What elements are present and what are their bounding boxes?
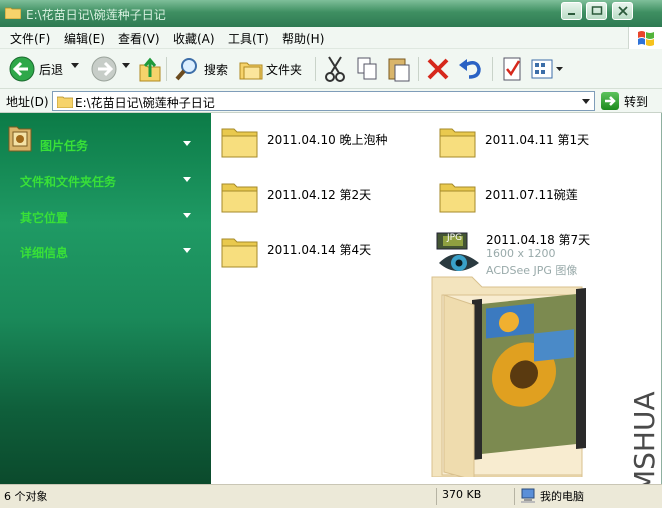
toolbar-separator (315, 57, 316, 81)
chevron-down-icon[interactable] (183, 248, 191, 254)
image-dimensions: 1600 x 1200 (486, 247, 556, 260)
other-places-header[interactable]: 其它位置 (0, 202, 211, 230)
menu-favorites[interactable]: 收藏(A) (173, 30, 215, 47)
toolbar-separator (492, 57, 493, 81)
undo-icon[interactable] (457, 55, 483, 83)
folder-icon (221, 238, 258, 268)
folder-name: 2011.04.10 晚上泡种 (267, 133, 388, 147)
my-computer-icon (521, 488, 535, 503)
task-label: 其它位置 (20, 211, 69, 225)
image-file-name: 2011.04.18 第7天 (486, 233, 591, 247)
forward-icon[interactable] (90, 55, 118, 83)
properties-icon[interactable] (500, 55, 524, 83)
folder-name: 2011.04.14 第4天 (267, 243, 372, 257)
folders-icon[interactable] (238, 55, 264, 83)
chevron-down-icon[interactable] (183, 177, 191, 183)
search-button[interactable]: 搜索 (204, 61, 228, 78)
paste-icon[interactable] (386, 55, 412, 83)
menu-file[interactable]: 文件(F) (10, 30, 50, 47)
folder-icon (221, 128, 258, 158)
windows-logo (628, 27, 662, 49)
folder-icon (5, 7, 21, 19)
search-icon[interactable] (174, 55, 202, 83)
go-button[interactable] (601, 92, 619, 110)
mshua-watermark: MSHUA (628, 391, 661, 494)
menu-help[interactable]: 帮助(H) (282, 30, 324, 47)
jpg-badge: JPG (447, 233, 463, 243)
folder-icon (57, 96, 73, 108)
toolbar-separator (418, 57, 419, 81)
address-path: E:\花苗日记\碗莲种子日记 (75, 96, 215, 110)
folder-icon (439, 183, 476, 213)
close-icon (618, 6, 628, 16)
folder-name: 2011.04.12 第2天 (267, 188, 372, 202)
task-label: 详细信息 (20, 246, 69, 260)
close-button[interactable] (612, 2, 633, 20)
back-dropdown-icon[interactable] (71, 63, 79, 91)
toolbar-separator (166, 57, 167, 81)
back-icon[interactable] (8, 55, 36, 83)
chevron-down-icon[interactable] (183, 141, 191, 147)
go-label[interactable]: 转到 (624, 93, 648, 110)
folder-background-illustration (431, 276, 586, 477)
task-label: 文件和文件夹任务 (20, 175, 117, 189)
menu-bar: 文件(F) 编辑(E) 查看(V) 收藏(A) 工具(T) 帮助(H) (0, 27, 662, 49)
address-bar: 地址(D) E:\花苗日记\碗莲种子日记 转到 (0, 89, 662, 113)
file-list: 2011.04.10 晚上泡种 2011.04.11 第1天 2011.04.1… (211, 113, 662, 484)
status-divider (436, 488, 437, 505)
status-bar: 6 个对象 370 KB 我的电脑 (0, 484, 662, 508)
minimize-icon (568, 13, 575, 15)
maximize-icon (591, 6, 603, 15)
task-pane: 图片任务 文件和文件夹任务 其它位置 详细信息 (0, 113, 211, 484)
total-size: 370 KB (442, 488, 482, 501)
folder-name: 2011.04.11 第1天 (485, 133, 590, 147)
minimize-button[interactable] (561, 2, 582, 20)
folder-icon (221, 183, 258, 213)
title-bar: E:\花苗日记\碗莲种子日记 (0, 0, 662, 27)
status-divider (514, 488, 515, 505)
forward-dropdown-icon[interactable] (122, 63, 130, 91)
address-input[interactable]: E:\花苗日记\碗莲种子日记 (52, 91, 595, 111)
window-title: E:\花苗日记\碗莲种子日记 (26, 8, 166, 22)
cut-icon[interactable] (323, 55, 347, 83)
copy-icon[interactable] (355, 55, 379, 83)
menu-tools[interactable]: 工具(T) (228, 30, 269, 47)
toolbar: 后退 搜索 文件夹 (0, 49, 662, 89)
windows-flag-icon (638, 31, 654, 46)
delete-icon[interactable] (426, 55, 450, 83)
object-count: 6 个对象 (4, 490, 48, 503)
folder-name: 2011.07.11碗莲 (485, 188, 578, 202)
maximize-button[interactable] (586, 2, 607, 20)
menu-edit[interactable]: 编辑(E) (64, 30, 105, 47)
back-button[interactable]: 后退 (39, 61, 63, 78)
details-header[interactable]: 详细信息 (0, 237, 211, 265)
file-folder-tasks-header[interactable]: 文件和文件夹任务 (0, 166, 211, 194)
folder-icon (439, 128, 476, 158)
task-label: 图片任务 (40, 139, 89, 153)
address-dropdown-icon[interactable] (579, 93, 593, 109)
picture-tasks-header[interactable]: 图片任务 (0, 126, 211, 158)
go-arrow-icon (605, 96, 616, 106)
folders-button[interactable]: 文件夹 (266, 61, 302, 78)
menu-view[interactable]: 查看(V) (118, 30, 160, 47)
views-icon[interactable] (530, 55, 554, 83)
location-label: 我的电脑 (540, 490, 584, 503)
chevron-down-icon[interactable] (183, 213, 191, 219)
address-label: 地址(D) (6, 95, 49, 109)
up-folder-icon[interactable] (138, 55, 162, 83)
svg-text:MSHUA: MSHUA (628, 391, 661, 494)
pictures-folder-icon (8, 126, 32, 152)
